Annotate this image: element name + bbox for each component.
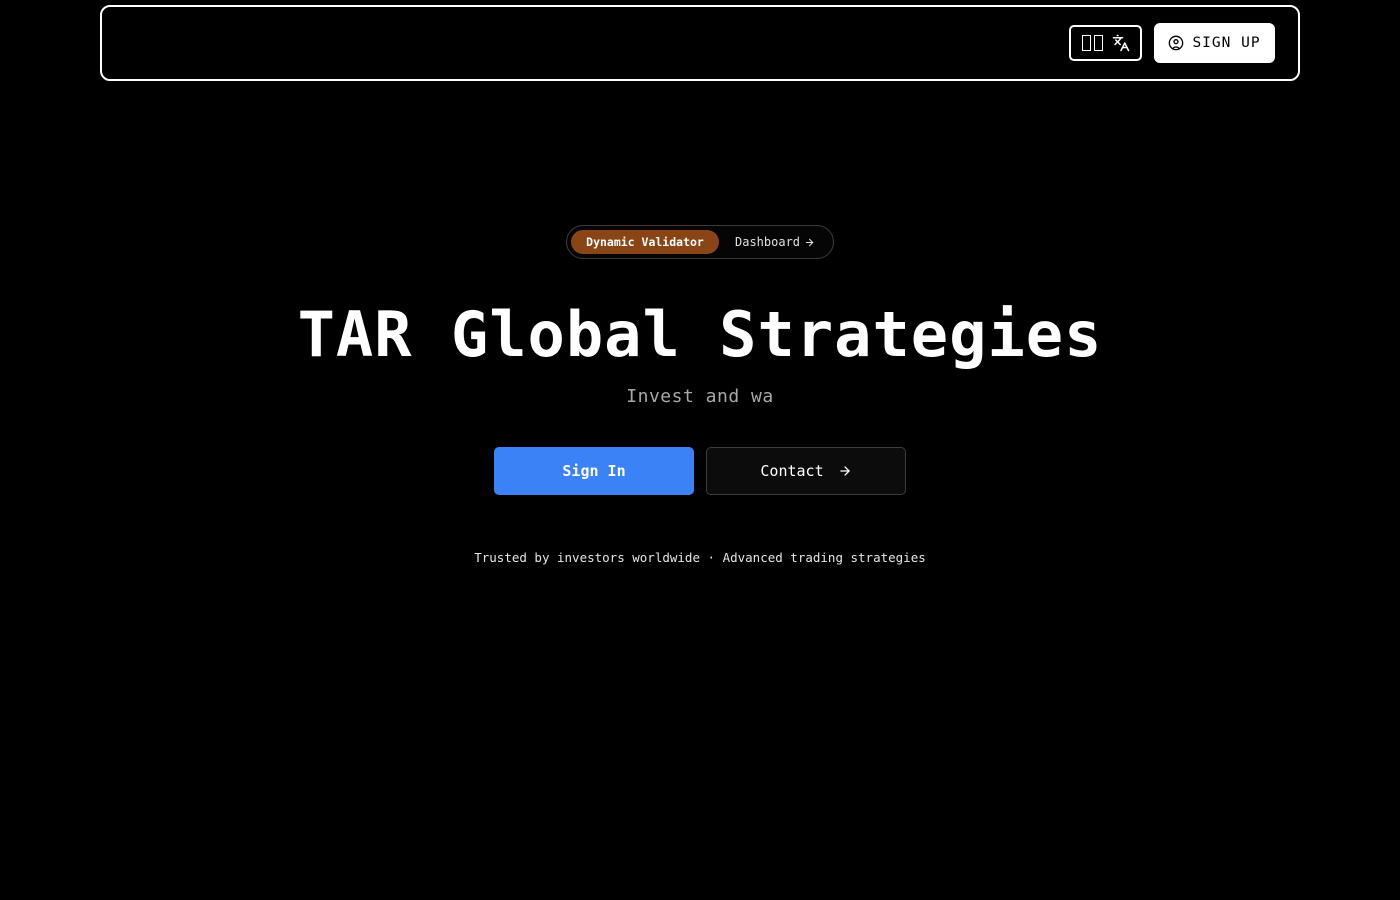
sign-in-label: Sign In: [562, 462, 626, 480]
sign-up-button[interactable]: SIGN UP: [1154, 23, 1275, 63]
flag-icon: [1081, 35, 1103, 51]
contact-label: Contact: [760, 462, 824, 480]
user-circle-icon: [1169, 35, 1184, 51]
page-title: TAR Global Strategies: [297, 298, 1103, 371]
language-button[interactable]: [1069, 25, 1142, 61]
sign-up-label: SIGN UP: [1192, 35, 1261, 51]
page-subtitle: Invest and wa: [626, 386, 774, 407]
dynamic-validator-badge[interactable]: Dynamic Validator: [571, 230, 719, 254]
arrow-right-icon: [805, 238, 814, 246]
dashboard-link[interactable]: Dashboard: [735, 226, 815, 258]
translate-icon: [1112, 34, 1129, 52]
top-navbar: SIGN UP: [100, 5, 1300, 81]
announcement-pill: Dynamic Validator Dashboard: [566, 225, 834, 259]
contact-button[interactable]: Contact: [706, 447, 906, 495]
dashboard-link-label: Dashboard: [735, 235, 801, 249]
sign-in-button[interactable]: Sign In: [494, 447, 694, 495]
trust-tagline: Trusted by investors worldwide · Advance…: [474, 550, 926, 565]
arrow-right-icon: [839, 466, 850, 476]
